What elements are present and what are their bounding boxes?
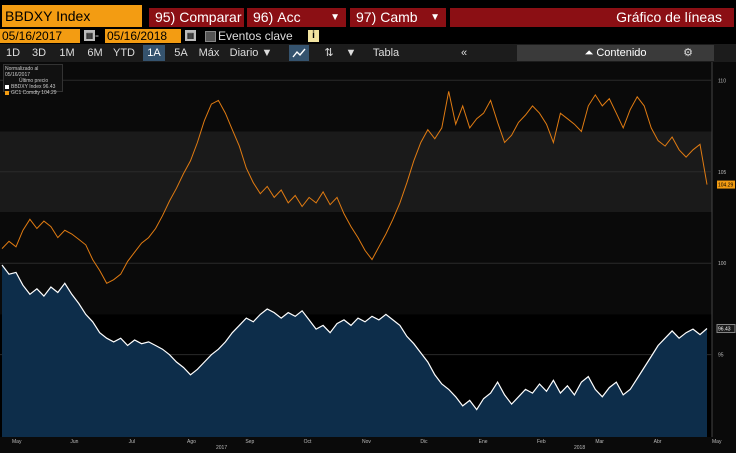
y-tick-label: 95 [718,353,724,359]
y-tick-label: 100 [718,261,727,267]
actions-button[interactable]: 96) Acc ▼ [247,8,346,27]
actions-label: Acc [277,9,301,25]
content-label: Contenido [596,47,647,59]
chart-type-title: Gráfico de líneas [450,8,734,27]
y-tick-label: 105 [718,170,727,176]
gear-icon[interactable]: ⚙ [680,45,696,61]
x-tick-label: May [712,439,722,445]
change-code: 97) [356,9,377,25]
x-tick-label: Sep [245,439,254,445]
period-1m[interactable]: 1M [56,45,78,61]
key-events-label: Eventos clave [218,29,293,43]
x-tick-label: May [12,439,22,445]
compare-icon[interactable]: ⇅ [320,45,338,61]
content-chart-icon: ⏶ [584,47,594,59]
year-label: 2018 [574,445,585,451]
compare-label: Comparar [179,9,242,25]
period-3d[interactable]: 3D [29,45,49,61]
legend-swatch [5,90,9,95]
chart-legend: Normalizado al 05/16/2017 Último precio … [3,64,63,96]
legend-swatch [5,84,9,89]
period-ytd[interactable]: YTD [110,45,138,61]
x-tick-label: Dic [420,439,428,445]
x-tick-label: Ago [187,439,196,445]
compare-button[interactable]: 95) Comparar [149,8,244,27]
last-value-label: 104.29 [718,183,734,189]
period-5a[interactable]: 5A [170,45,192,61]
period-1a[interactable]: 1A [143,45,165,61]
date-separator: - [95,28,99,42]
chevron-down-icon: ▼ [261,47,273,59]
end-date-input[interactable]: 05/16/2018 [105,29,181,43]
frequency-label: Diario [229,47,259,59]
line-chart-icon[interactable] [289,45,309,61]
period-max[interactable]: Máx [196,45,222,61]
x-tick-label: Ene [479,439,488,445]
collapse-icon[interactable]: « [452,45,476,61]
year-label: 2017 [216,445,227,451]
chevron-down-icon[interactable]: ▼ [344,45,358,61]
x-tick-label: Jul [129,439,135,445]
chevron-down-icon: ▼ [330,12,340,23]
date-range-bar: 05/16/2017 ▦ - 05/16/2018 ▦ Eventos clav… [0,28,736,44]
x-tick-label: Oct [304,439,312,445]
y-tick-label: 110 [718,78,726,84]
change-button[interactable]: 97) Camb ▼ [350,8,446,27]
info-icon[interactable]: i [308,30,319,42]
legend-item-value: 104.29 [41,90,57,96]
x-tick-label: Mar [595,439,604,445]
chart-toolbar: 1D 3D 1M 6M YTD 1A 5A Máx Diario ▼ ⇅ ▼ T… [0,44,736,62]
period-1d[interactable]: 1D [3,45,23,61]
compare-code: 95) [155,9,176,25]
calendar-icon[interactable]: ▦ [84,30,95,41]
ticker-field[interactable]: BBDXY Index [2,5,142,27]
calendar-icon[interactable]: ▦ [185,30,196,41]
frequency-select[interactable]: Diario ▼ [226,45,276,61]
x-tick-label: Abr [654,439,662,445]
legend-item-name: GC1 Comdty [11,90,40,96]
line-chart[interactable]: 110 105 100 95 May Jun Jul Ago Sep Oct Nov Dic Ene F… [0,62,736,453]
last-value-label: 96.43 [718,327,731,333]
x-tick-label: Feb [537,439,546,445]
actions-code: 96) [253,9,274,25]
legend-item: GC1 Comdty 104.29 [5,90,61,96]
legend-header: Normalizado al 05/16/2017 [5,66,39,78]
start-date-input[interactable]: 05/16/2017 [0,29,80,43]
table-button[interactable]: Tabla [368,45,404,61]
top-command-bar: BBDXY Index 95) Comparar 96) Acc ▼ 97) Camb… [0,0,736,28]
x-tick-label: Nov [362,439,371,445]
key-events-checkbox[interactable] [205,31,216,42]
chevron-down-icon: ▼ [430,12,440,23]
x-tick-label: Jun [70,439,78,445]
period-6m[interactable]: 6M [84,45,106,61]
change-label: Camb [380,9,418,25]
